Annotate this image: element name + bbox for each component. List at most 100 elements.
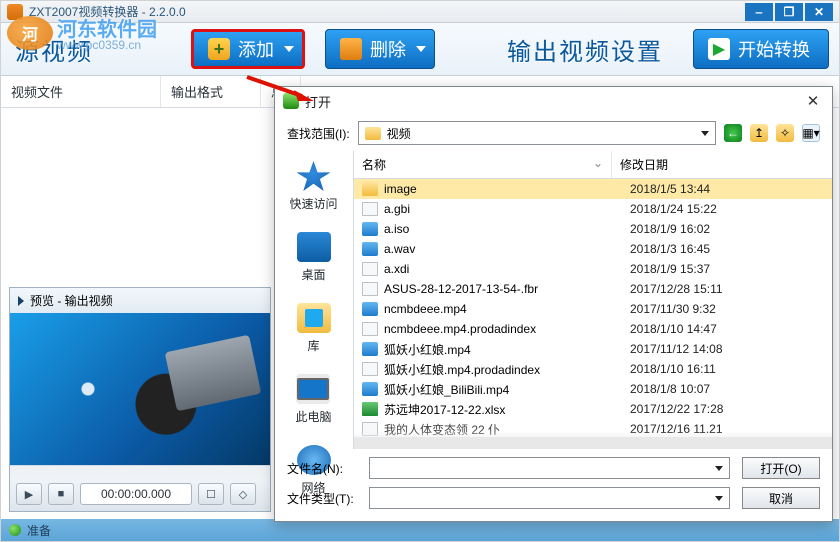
preview-progress[interactable] <box>10 465 270 477</box>
star-icon <box>296 161 330 191</box>
file-row[interactable]: 狐妖小红娘.mp42017/11/12 14:08 <box>354 339 832 359</box>
file-icon <box>362 382 378 396</box>
desktop-icon <box>297 232 331 262</box>
delete-button[interactable]: 删除 <box>325 29 435 69</box>
place-desktop[interactable]: 桌面 <box>297 232 331 283</box>
chevron-down-icon <box>416 46 426 52</box>
dialog-icon <box>283 93 299 109</box>
file-name: 狐妖小红娘.mp4 <box>384 341 630 358</box>
file-name: 狐妖小红娘.mp4.prodadindex <box>384 361 630 378</box>
file-name: a.gbi <box>384 202 630 216</box>
start-convert-button[interactable]: ▶ 开始转换 <box>693 29 829 69</box>
filename-input[interactable] <box>369 457 730 479</box>
folder-icon <box>365 127 381 140</box>
disclosure-triangle-icon[interactable] <box>18 296 24 306</box>
status-indicator-icon <box>9 524 21 536</box>
file-icon <box>362 342 378 356</box>
convert-icon: ▶ <box>708 38 730 60</box>
file-name: ncmbdeee.mp4.prodadindex <box>384 322 630 336</box>
file-row[interactable]: a.xdi2018/1/9 15:37 <box>354 259 832 279</box>
places-sidebar: 快速访问 桌面 库 此电脑 网络 <box>275 151 353 449</box>
chevron-down-icon <box>715 496 723 501</box>
col-name[interactable]: 名称⌄ <box>354 151 612 178</box>
file-name: a.wav <box>384 242 630 256</box>
file-list-columns: 名称⌄ 修改日期 <box>354 151 832 179</box>
nav-view-button[interactable]: ▦▾ <box>802 124 820 142</box>
place-this-pc[interactable]: 此电脑 <box>295 374 331 425</box>
look-in-value: 视频 <box>387 125 411 142</box>
file-row[interactable]: 狐妖小红娘_BiliBili.mp42018/1/8 10:07 <box>354 379 832 399</box>
file-icon <box>362 202 378 216</box>
file-icon <box>362 402 378 416</box>
file-row[interactable]: image2018/1/5 13:44 <box>354 179 832 199</box>
pc-icon <box>296 374 330 404</box>
toolbar: 源视频 + 添加 删除 输出视频设置 ▶ 开始转换 <box>1 23 839 76</box>
file-date: 2017/12/22 17:28 <box>630 402 824 416</box>
file-date: 2018/1/5 13:44 <box>630 182 824 196</box>
file-row[interactable]: 狐妖小红娘.mp4.prodadindex2018/1/10 16:11 <box>354 359 832 379</box>
nav-newfolder-button[interactable]: ✧ <box>776 124 794 142</box>
file-date: 2018/1/10 14:47 <box>630 322 824 336</box>
file-date: 2017/11/30 9:32 <box>630 302 824 316</box>
preview-image <box>10 313 270 465</box>
plus-icon: + <box>208 38 230 60</box>
app-title: ZXT2007视频转换器 - 2.2.0.0 <box>29 3 186 20</box>
close-button[interactable]: ✕ <box>805 3 833 21</box>
file-row[interactable]: 苏远坤2017-12-22.xlsx2017/12/22 17:28 <box>354 399 832 419</box>
preview-controls: ▶ ■ 00:00:00.000 ☐ ◇ <box>10 477 270 511</box>
file-row[interactable]: a.iso2018/1/9 16:02 <box>354 219 832 239</box>
look-in-row: 查找范围(I): 视频 ← ↥ ✧ ▦▾ <box>275 115 832 151</box>
file-row[interactable]: a.gbi2018/1/24 15:22 <box>354 199 832 219</box>
file-date: 2018/1/10 16:11 <box>630 362 824 376</box>
file-date: 2017/12/28 15:11 <box>630 282 824 296</box>
play-button[interactable]: ▶ <box>16 483 42 505</box>
col-video-file: 视频文件 <box>1 76 161 107</box>
cancel-button[interactable]: 取消 <box>742 487 820 509</box>
file-row[interactable]: ncmbdeee.mp42017/11/30 9:32 <box>354 299 832 319</box>
horizontal-scrollbar[interactable] <box>354 437 832 449</box>
file-row[interactable]: ASUS-28-12-2017-13-54-.fbr2017/12/28 15:… <box>354 279 832 299</box>
filetype-select[interactable] <box>369 487 730 509</box>
snapshot-button[interactable]: ☐ <box>198 483 224 505</box>
file-date: 2017/12/16 11.21 <box>630 422 824 436</box>
file-row[interactable]: ncmbdeee.mp4.prodadindex2018/1/10 14:47 <box>354 319 832 339</box>
file-name: a.iso <box>384 222 630 236</box>
start-button-label: 开始转换 <box>738 36 810 62</box>
file-date: 2018/1/9 15:37 <box>630 262 824 276</box>
folder-icon <box>362 182 378 196</box>
dialog-titlebar: 打开 ✕ <box>275 87 832 115</box>
look-in-combo[interactable]: 视频 <box>358 121 716 145</box>
file-name: ASUS-28-12-2017-13-54-.fbr <box>384 282 630 296</box>
chevron-down-icon <box>701 131 709 136</box>
chevron-down-icon <box>284 46 294 52</box>
maximize-button[interactable]: ❐ <box>775 3 803 21</box>
titlebar: ZXT2007视频转换器 - 2.2.0.0 ‒ ❐ ✕ <box>1 1 839 23</box>
place-quick-access[interactable]: 快速访问 <box>289 161 337 212</box>
file-date: 2018/1/8 10:07 <box>630 382 824 396</box>
file-name: ncmbdeee.mp4 <box>384 302 630 316</box>
file-date: 2017/11/12 14:08 <box>630 342 824 356</box>
file-name: 我的人体变态领 22 仆 <box>384 421 630 438</box>
add-button[interactable]: + 添加 <box>191 29 305 69</box>
file-row[interactable]: 我的人体变态领 22 仆2017/12/16 11.21 <box>354 419 832 437</box>
file-icon <box>362 362 378 376</box>
brush-icon <box>340 38 362 60</box>
col-date[interactable]: 修改日期 <box>612 151 832 178</box>
place-libraries[interactable]: 库 <box>297 303 331 354</box>
status-bar: 准备 <box>1 519 839 541</box>
filename-label: 文件名(N): <box>287 460 357 477</box>
look-in-label: 查找范围(I): <box>287 125 350 142</box>
open-button[interactable]: 打开(O) <box>742 457 820 479</box>
minimize-button[interactable]: ‒ <box>745 3 773 21</box>
file-icon <box>362 302 378 316</box>
nav-back-button[interactable]: ← <box>724 124 742 142</box>
preview-time: 00:00:00.000 <box>80 483 192 505</box>
dialog-close-button[interactable]: ✕ <box>802 90 824 112</box>
stop-button[interactable]: ■ <box>48 483 74 505</box>
nav-up-button[interactable]: ↥ <box>750 124 768 142</box>
zoom-button[interactable]: ◇ <box>230 483 256 505</box>
file-row[interactable]: a.wav2018/1/3 16:45 <box>354 239 832 259</box>
file-name: 狐妖小红娘_BiliBili.mp4 <box>384 381 630 398</box>
chevron-down-icon <box>715 466 723 471</box>
libraries-icon <box>297 303 331 333</box>
